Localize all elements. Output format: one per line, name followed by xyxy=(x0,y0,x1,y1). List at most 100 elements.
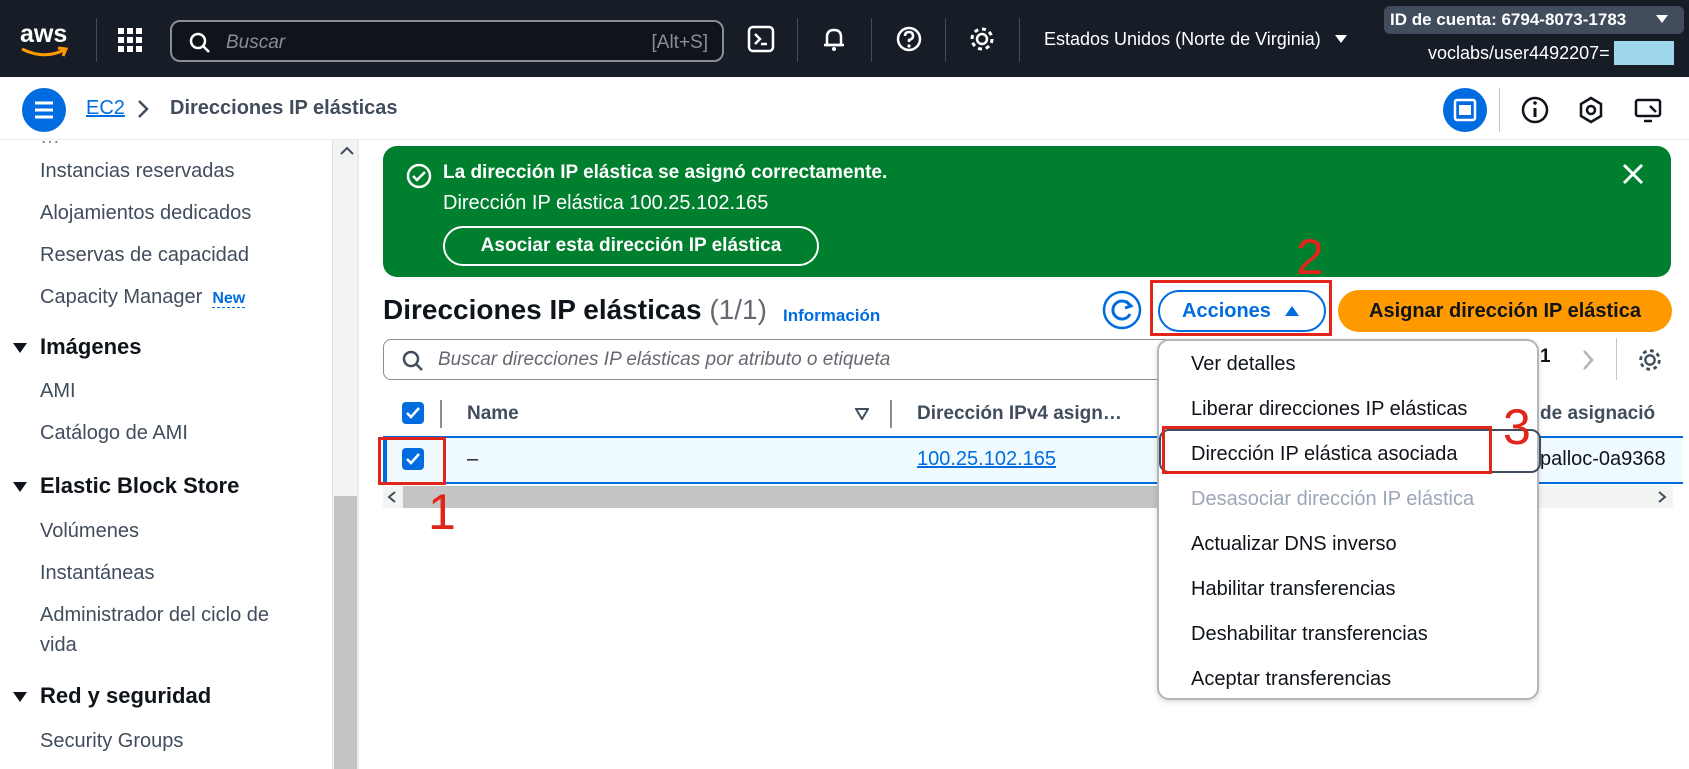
menu-item-release-ips[interactable]: Liberar direcciones IP elásticas xyxy=(1191,398,1467,421)
sidebar-item-snapshots[interactable]: Instantáneas xyxy=(40,562,155,585)
new-badge: New xyxy=(212,290,246,308)
scroll-left-icon[interactable] xyxy=(387,491,397,503)
annotation-box-1 xyxy=(378,437,446,485)
sidebar-item-capacity-reservations[interactable]: Reservas de capacidad xyxy=(40,244,249,267)
sidebar-section-ebs[interactable]: Elastic Block Store xyxy=(40,473,239,499)
filter-input[interactable]: Buscar direcciones IP elásticas por atri… xyxy=(383,339,1173,380)
filter-placeholder: Buscar direcciones IP elásticas por atri… xyxy=(438,349,891,370)
bell-icon[interactable] xyxy=(819,24,849,54)
sidebar-item-security-groups[interactable]: Security Groups xyxy=(40,730,183,753)
flash-title: La dirección IP elástica se asignó corre… xyxy=(443,162,888,183)
divider xyxy=(1499,88,1500,132)
feedback-icon[interactable] xyxy=(1573,92,1609,128)
actions-dropdown-menu: Ver detalles Liberar direcciones IP elás… xyxy=(1157,339,1541,700)
panel-toggle-button[interactable] xyxy=(1443,88,1487,132)
info-link[interactable]: Información xyxy=(783,306,880,326)
scroll-up-icon[interactable] xyxy=(340,146,354,156)
sidebar-item-ami-catalog[interactable]: Catálogo de AMI xyxy=(40,422,188,445)
annotation-box-2 xyxy=(1150,280,1332,336)
scrollbar-thumb[interactable] xyxy=(334,496,358,769)
sidebar-item-volumes[interactable]: Volúmenes xyxy=(40,520,139,543)
gear-icon[interactable] xyxy=(967,24,997,54)
user-name[interactable]: voclabs/user4492207= xyxy=(1428,43,1610,64)
help-icon[interactable] xyxy=(894,24,924,54)
aws-logo-text: aws xyxy=(20,20,68,48)
panel-icon xyxy=(1453,98,1477,122)
sidebar-item-lifecycle-manager[interactable]: Administrador del ciclo de xyxy=(40,604,269,627)
caret-down-icon[interactable] xyxy=(1334,34,1348,44)
scrollbar-thumb[interactable] xyxy=(403,486,1179,508)
page-title: Direcciones IP elásticas (1/1) xyxy=(383,294,767,326)
item-count: (1/1) xyxy=(709,294,767,325)
menu-item-enable-transfers[interactable]: Habilitar transferencias xyxy=(1191,578,1396,601)
menu-item-disable-transfers[interactable]: Deshabilitar transferencias xyxy=(1191,623,1428,646)
page-title-text: Direcciones IP elásticas xyxy=(383,294,702,325)
aws-smile-icon xyxy=(21,46,69,57)
chevron-right-icon[interactable] xyxy=(1580,348,1596,372)
divider xyxy=(96,18,97,62)
refresh-icon[interactable] xyxy=(1102,290,1142,330)
cell-ip-link[interactable]: 100.25.102.165 xyxy=(917,448,1056,471)
check-circle-icon xyxy=(406,163,432,189)
column-divider xyxy=(890,400,892,428)
aws-logo[interactable]: aws xyxy=(20,22,76,60)
caret-down-icon[interactable] xyxy=(1655,14,1669,24)
caret-down-icon[interactable] xyxy=(12,342,28,354)
breadcrumb-ec2-link[interactable]: EC2 xyxy=(86,97,125,120)
sidebar-scrollbar[interactable] xyxy=(332,140,358,769)
sidebar-section-network[interactable]: Red y seguridad xyxy=(40,683,211,709)
sidebar-item-dedicated-hosts[interactable]: Alojamientos dedicados xyxy=(40,202,251,225)
menu-toggle-button[interactable] xyxy=(22,88,66,132)
caret-down-icon[interactable] xyxy=(12,691,28,703)
success-flashbar: La dirección IP elástica se asignó corre… xyxy=(383,146,1671,277)
divider xyxy=(1019,18,1020,62)
sidebar-section-images[interactable]: Imágenes xyxy=(40,334,142,360)
column-header-ipv4[interactable]: Dirección IPv4 asign… xyxy=(917,403,1122,425)
check-icon xyxy=(406,407,420,419)
top-navigation-bar: aws Buscar [Alt+S] Estados Unidos (Norte… xyxy=(0,0,1689,77)
annotation-number-1: 1 xyxy=(428,484,456,540)
associate-ip-button[interactable]: Asociar esta dirección IP elástica xyxy=(443,226,819,266)
column-header-name[interactable]: Name xyxy=(467,403,519,425)
menu-item-accept-transfers[interactable]: Aceptar transferencias xyxy=(1191,668,1391,691)
select-all-checkbox[interactable] xyxy=(402,402,424,424)
annotation-number-3: 3 xyxy=(1503,399,1531,455)
hamburger-icon xyxy=(35,101,53,119)
redacted-user-mask xyxy=(1614,41,1674,65)
sidebar-item-lifecycle-manager-line2[interactable]: vida xyxy=(40,634,77,657)
search-shortcut: [Alt+S] xyxy=(651,32,709,53)
allocate-ip-button[interactable]: Asignar dirección IP elástica xyxy=(1338,290,1672,332)
column-header-allocation[interactable]: de asignació xyxy=(1540,403,1655,425)
divider xyxy=(945,18,946,62)
divider xyxy=(871,18,872,62)
info-icon[interactable] xyxy=(1517,92,1553,128)
sidebar-item-reserved-instances[interactable]: Instancias reservadas xyxy=(40,160,235,183)
chevron-right-icon xyxy=(138,100,149,118)
sort-icon[interactable] xyxy=(855,408,869,420)
region-selector[interactable]: Estados Unidos (Norte de Virginia) xyxy=(1044,29,1321,50)
sidebar-item-ami[interactable]: AMI xyxy=(40,380,76,403)
screen-tool-icon[interactable] xyxy=(1630,92,1666,128)
annotation-number-2: 2 xyxy=(1296,229,1324,285)
table-settings-icon[interactable] xyxy=(1636,346,1664,374)
sidebar-item-capacity-manager[interactable]: Capacity Manager New xyxy=(40,286,246,309)
cell-allocation-id: palloc-0a9368 xyxy=(1540,448,1666,470)
grid-icon[interactable] xyxy=(116,26,144,54)
caret-down-icon[interactable] xyxy=(12,481,28,493)
close-icon[interactable] xyxy=(1621,162,1645,186)
sidebar-item-partial: … xyxy=(40,140,60,149)
side-navigation: … Instancias reservadas Alojamientos ded… xyxy=(0,140,332,769)
search-input[interactable]: Buscar [Alt+S] xyxy=(170,20,724,62)
sidebar-item-label: Capacity Manager xyxy=(40,286,203,308)
divider xyxy=(357,140,359,769)
cloudshell-icon[interactable] xyxy=(746,24,776,54)
divider xyxy=(797,18,798,62)
page-number[interactable]: 1 xyxy=(1540,346,1551,368)
breadcrumb-current: Direcciones IP elásticas xyxy=(170,97,398,119)
menu-item-view-details[interactable]: Ver detalles xyxy=(1191,353,1296,376)
menu-item-update-reverse-dns[interactable]: Actualizar DNS inverso xyxy=(1191,533,1397,556)
column-divider xyxy=(440,400,442,428)
annotation-box-3 xyxy=(1162,426,1492,474)
scroll-right-icon[interactable] xyxy=(1657,491,1667,503)
flash-message: Dirección IP elástica 100.25.102.165 xyxy=(443,192,769,214)
